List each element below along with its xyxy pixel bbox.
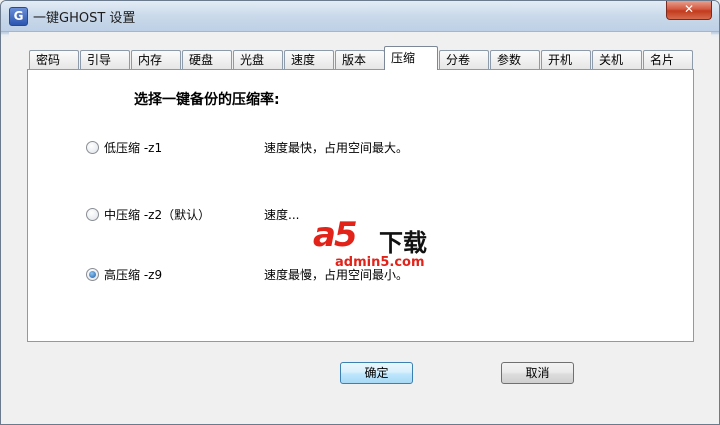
tab-password[interactable]: 密码 (29, 50, 79, 69)
close-button[interactable]: ✕ (666, 1, 712, 20)
watermark-logo: a5 下载 admin5.com (299, 215, 449, 275)
option-medium-description: 速度... (264, 208, 300, 222)
tab-cdrom[interactable]: 光盘 (233, 50, 283, 69)
tab-strip: 密码 引导 内存 硬盘 光盘 速度 版本 压缩 分卷 参数 开机 关机 名片 (29, 46, 699, 70)
tab-business-card[interactable]: 名片 (643, 50, 693, 69)
tab-version[interactable]: 版本 (335, 50, 385, 69)
tab-harddisk[interactable]: 硬盘 (182, 50, 232, 69)
option-low-description: 速度最快，占用空间最大。 (264, 141, 409, 155)
option-high-label[interactable]: 高压缩 -z9 (104, 266, 162, 283)
watermark-url: admin5.com (335, 255, 425, 270)
settings-window: G 一键GHOST 设置 ✕ 密码 引导 内存 硬盘 光盘 速度 版本 压缩 分… (0, 0, 720, 425)
ok-button[interactable]: 确定 (340, 362, 413, 384)
watermark-a5-mark: a5 (313, 215, 358, 255)
option-high-compression[interactable]: 高压缩 -z9 (86, 265, 162, 283)
title-bar[interactable]: G 一键GHOST 设置 ✕ (1, 1, 719, 32)
dialog-client-area: 密码 引导 内存 硬盘 光盘 速度 版本 压缩 分卷 参数 开机 关机 名片 选… (9, 32, 711, 418)
app-icon: G (9, 7, 28, 26)
option-medium-compression[interactable]: 中压缩 -z2（默认） (86, 205, 210, 223)
tab-startup[interactable]: 开机 (541, 50, 591, 69)
tab-compression[interactable]: 压缩 (384, 46, 438, 70)
option-low-label[interactable]: 低压缩 -z1 (104, 139, 162, 156)
tab-shutdown[interactable]: 关机 (592, 50, 642, 69)
radio-high[interactable] (86, 267, 99, 281)
tab-speed[interactable]: 速度 (284, 50, 334, 69)
tab-boot[interactable]: 引导 (80, 50, 130, 69)
window-title: 一键GHOST 设置 (33, 11, 136, 26)
compression-heading: 选择一键备份的压缩率: (134, 92, 280, 108)
compression-panel: 选择一键备份的压缩率: 低压缩 -z1 速度最快，占用空间最大。 中压缩 -z2… (27, 69, 694, 342)
radio-medium[interactable] (86, 207, 99, 221)
option-low-compression[interactable]: 低压缩 -z1 (86, 138, 162, 156)
option-medium-label[interactable]: 中压缩 -z2（默认） (104, 206, 210, 223)
watermark-text: 下载 (379, 229, 427, 257)
cancel-button[interactable]: 取消 (501, 362, 574, 384)
tab-split[interactable]: 分卷 (439, 50, 489, 69)
tab-parameters[interactable]: 参数 (490, 50, 540, 69)
tab-memory[interactable]: 内存 (131, 50, 181, 69)
radio-low[interactable] (86, 140, 99, 154)
